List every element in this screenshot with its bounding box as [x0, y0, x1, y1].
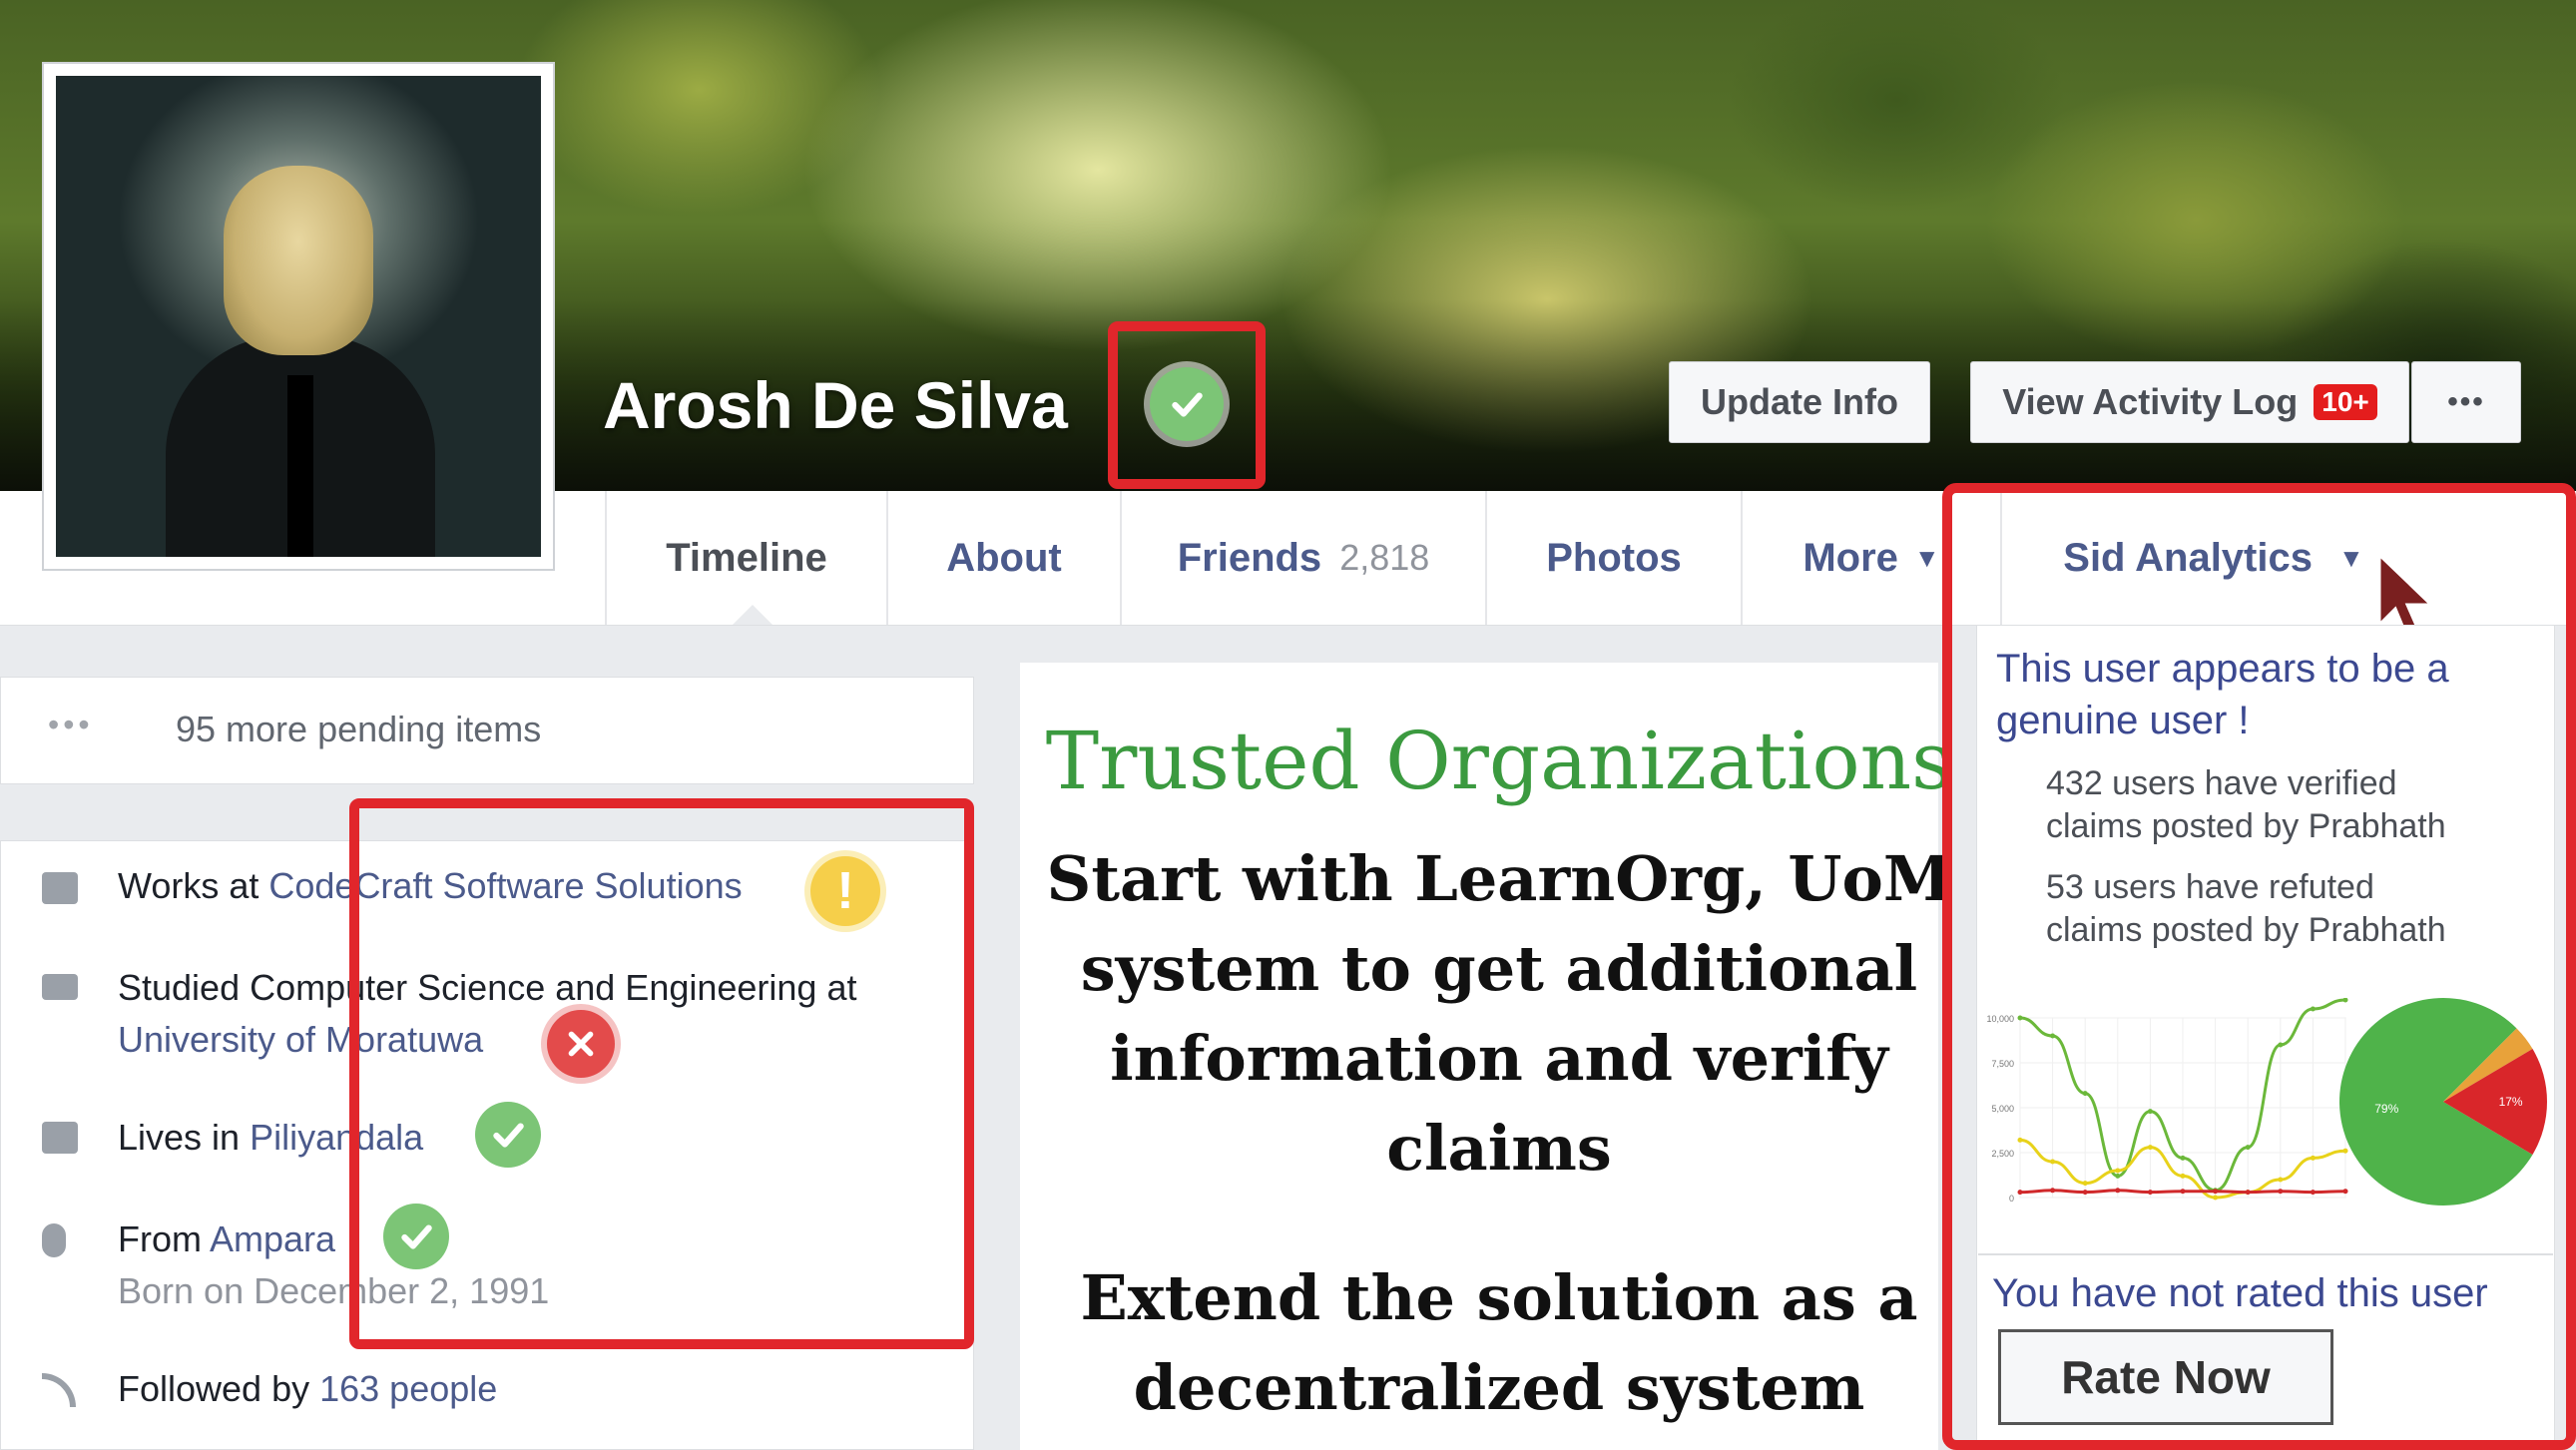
view-activity-log-button[interactable]: View Activity Log 10+ — [1970, 361, 2409, 443]
update-info-button[interactable]: Update Info — [1669, 361, 1930, 443]
tab-more-label: More — [1803, 535, 1898, 580]
followed-prefix: Followed by — [118, 1368, 320, 1409]
from-place-link[interactable]: Ampara — [210, 1218, 335, 1259]
tab-friends-label: Friends — [1177, 535, 1322, 580]
location-pin-icon — [42, 1223, 66, 1257]
activity-count-badge: 10+ — [2314, 384, 2377, 420]
from-prefix: From — [118, 1218, 211, 1259]
tab-about[interactable]: About — [888, 491, 1122, 625]
graduation-cap-icon — [42, 974, 78, 1000]
start-line-2: system to get additional — [1080, 932, 1918, 1005]
pending-dots-icon: ••• — [48, 707, 94, 742]
tab-friends[interactable]: Friends 2,818 — [1122, 491, 1487, 625]
more-dropdown-icon: ▼ — [1913, 542, 1940, 573]
view-activity-log-label: View Activity Log — [2002, 381, 2299, 422]
briefcase-icon — [42, 872, 78, 904]
start-line-3: information and verify — [1110, 1022, 1888, 1095]
extend-line-2: decentralized system — [1133, 1351, 1865, 1424]
profile-photo-image — [56, 76, 541, 557]
profile-name[interactable]: Arosh De Silva — [603, 367, 1068, 443]
more-options-button[interactable]: ••• — [2411, 361, 2521, 443]
start-line-1: Start with LearnOrg, UoM — [1046, 842, 1952, 915]
analytics-highlight — [1942, 483, 2576, 1450]
verified-check-icon — [1150, 367, 1224, 441]
start-line-4: claims — [1386, 1112, 1612, 1185]
followed-by-row: Followed by 163 people — [118, 1363, 497, 1415]
start-description: Start with LearnOrg, UoM system to get a… — [1020, 834, 1978, 1194]
avatar-tie — [287, 375, 313, 557]
followers-link[interactable]: 163 people — [319, 1368, 497, 1409]
from-row: From Ampara — [118, 1213, 335, 1265]
active-tab-indicator — [733, 605, 773, 625]
works-prefix: Works at — [118, 865, 269, 906]
avatar-mask — [224, 166, 373, 355]
tab-photos[interactable]: Photos — [1487, 491, 1743, 625]
trusted-organizations-heading: Trusted Organizations — [1045, 715, 1953, 807]
friends-count: 2,818 — [1339, 537, 1430, 578]
profile-picture[interactable] — [42, 62, 555, 571]
intro-verification-highlight — [349, 798, 974, 1349]
extend-line-1: Extend the solution as a — [1080, 1261, 1918, 1334]
home-icon — [42, 1122, 78, 1154]
extend-description: Extend the solution as a decentralized s… — [1020, 1253, 1978, 1433]
lives-prefix: Lives in — [118, 1117, 251, 1158]
pending-items-text[interactable]: 95 more pending items — [176, 709, 541, 750]
